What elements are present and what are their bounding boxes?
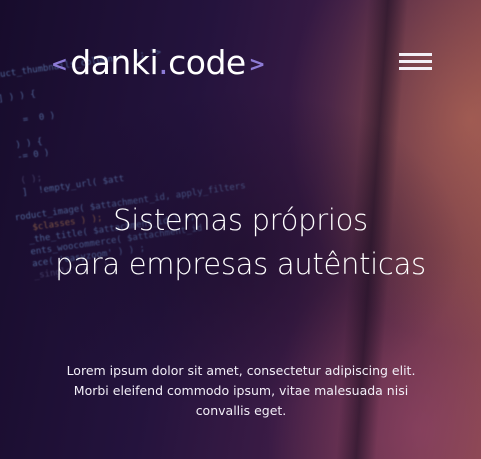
headline-line-1: Sistemas próprios (113, 203, 368, 237)
logo-name-part1: danki (70, 42, 159, 82)
hamburger-menu-icon[interactable] (399, 53, 434, 71)
menu-bar (399, 60, 432, 63)
brand-logo[interactable]: < danki . code > (48, 42, 268, 82)
menu-bar (399, 53, 432, 56)
logo-right-bracket: > (248, 52, 266, 76)
logo-name-part2: code (168, 42, 246, 82)
logo-dot: . (158, 42, 169, 82)
menu-bar (399, 67, 432, 70)
hero-headline: Sistemas próprios para empresas autêntic… (0, 198, 481, 286)
logo-left-bracket: < (51, 52, 68, 76)
hero-section: duct_thumbnails_columns', ); ?> ] ) ) { … (0, 0, 481, 459)
headline-line-2: para empresas autênticas (55, 247, 426, 281)
hero-subtext: Lorem ipsum dolor sit amet, consectetur … (66, 363, 416, 418)
